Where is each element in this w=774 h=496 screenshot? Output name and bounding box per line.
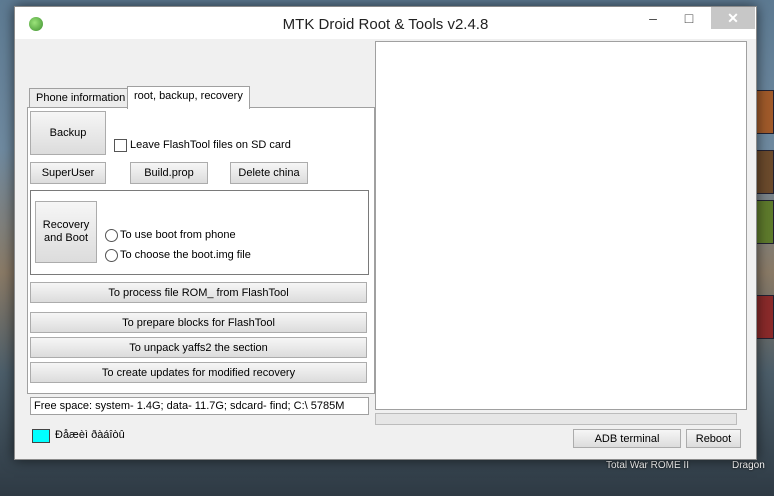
progress-bar (375, 413, 737, 425)
reboot-button[interactable]: Reboot (686, 429, 741, 448)
backup-button[interactable]: Backup (30, 111, 106, 155)
radio-boot-from-phone-label: To use boot from phone (120, 229, 236, 241)
free-space-status: Free space: system- 1.4G; data- 11.7G; s… (30, 397, 369, 415)
radio-choose-boot-img-label: To choose the boot.img file (120, 249, 251, 261)
title-bar[interactable]: MTK Droid Root & Tools v2.4.8 – □ ✕ (15, 7, 756, 39)
leave-flashtool-checkbox[interactable] (114, 139, 127, 152)
radio-choose-boot-img[interactable] (105, 249, 118, 262)
radio-boot-from-phone[interactable] (105, 229, 118, 242)
app-window: MTK Droid Root & Tools v2.4.8 – □ ✕ Phon… (14, 6, 757, 460)
adb-terminal-button[interactable]: ADB terminal (573, 429, 681, 448)
process-rom-button[interactable]: To process file ROM_ from FlashTool (30, 282, 367, 303)
mode-indicator-icon (32, 429, 50, 443)
buildprop-button[interactable]: Build.prop (130, 162, 208, 184)
close-button[interactable]: ✕ (711, 7, 755, 29)
tab-root-backup-recovery[interactable]: root, backup, recovery (127, 86, 250, 109)
mode-indicator-label: Ðåæèì ðàáîòû (55, 429, 125, 441)
tab-panel: Backup Leave FlashTool files on SD card … (27, 107, 375, 394)
prepare-blocks-button[interactable]: To prepare blocks for FlashTool (30, 312, 367, 333)
desktop-label-dragon[interactable]: Dragon (732, 460, 765, 471)
tab-phone-information[interactable]: Phone information (29, 88, 133, 109)
leave-flashtool-label: Leave FlashTool files on SD card (130, 139, 291, 151)
delete-china-button[interactable]: Delete china (230, 162, 308, 184)
recovery-and-boot-button[interactable]: Recovery and Boot (35, 201, 97, 263)
recovery-group: Recovery and Boot To use boot from phone… (30, 190, 369, 275)
unpack-yaffs-button[interactable]: To unpack yaffs2 the section (30, 337, 367, 358)
create-updates-button[interactable]: To create updates for modified recovery (30, 362, 367, 383)
superuser-button[interactable]: SuperUser (30, 162, 106, 184)
maximize-button[interactable]: □ (671, 7, 707, 29)
desktop-label-rome[interactable]: Total War ROME II (606, 460, 689, 471)
log-output-area[interactable] (375, 41, 747, 410)
minimize-button[interactable]: – (635, 7, 671, 29)
